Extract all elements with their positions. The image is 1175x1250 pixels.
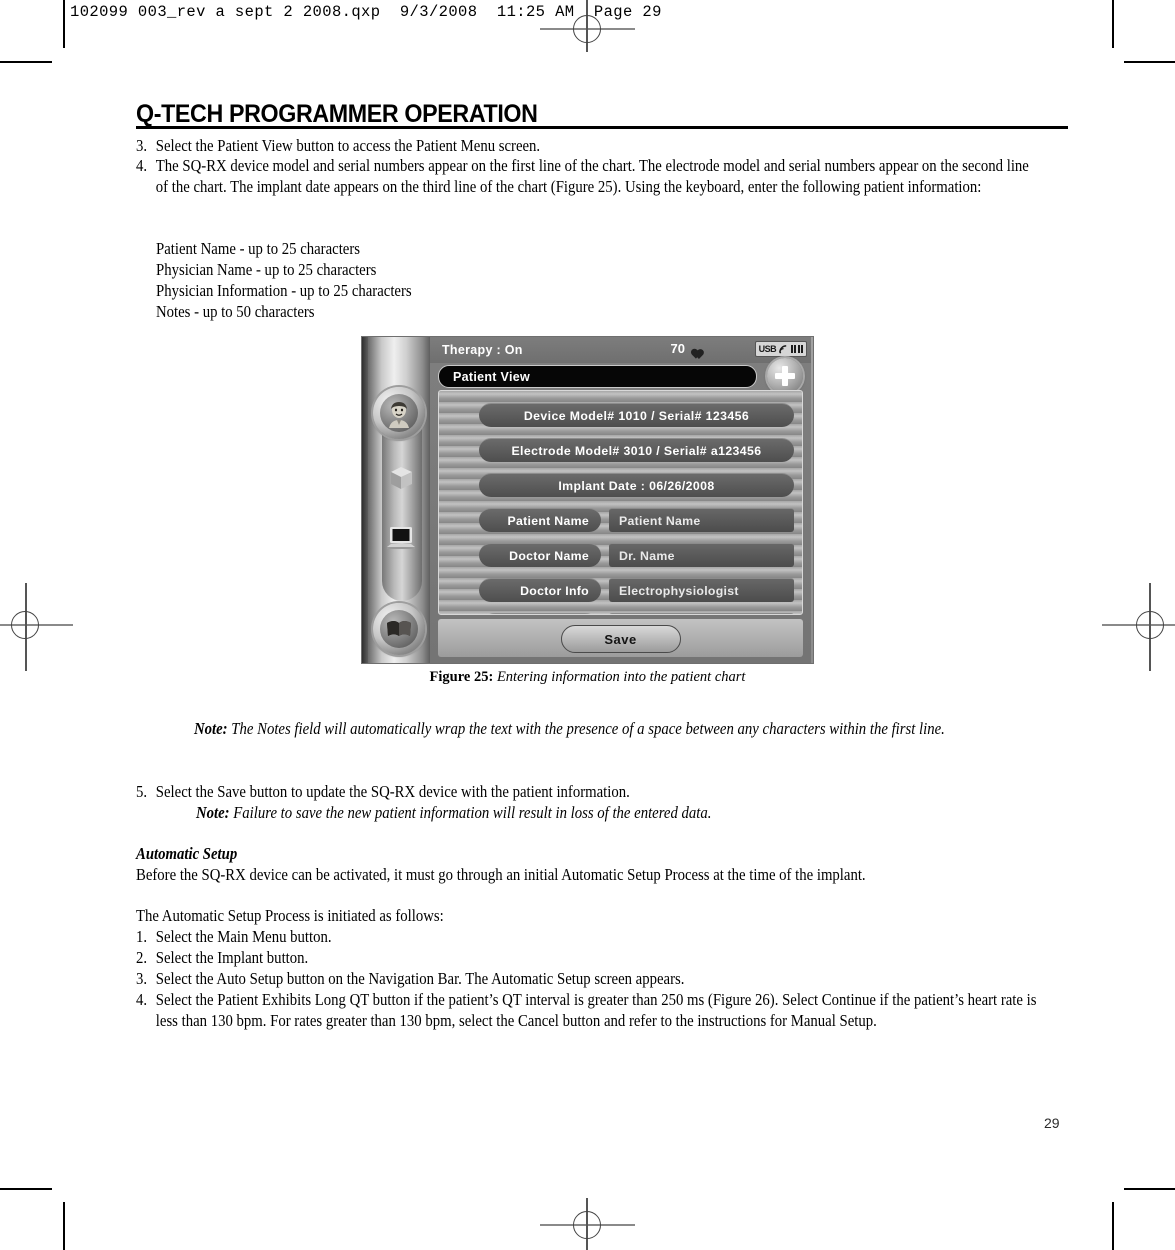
sidebar-item-device[interactable] bbox=[384, 461, 418, 495]
doctor-info-label: Doctor Info bbox=[479, 578, 601, 602]
sidebar-item-patient[interactable] bbox=[373, 387, 425, 439]
field-limit-physician-info: Physician Information - up to 25 charact… bbox=[156, 281, 412, 300]
step-4-text: The SQ-RX device model and serial number… bbox=[155, 156, 1029, 196]
note-failure-text: Failure to save the new patient informat… bbox=[233, 803, 712, 822]
automatic-setup-lead: The Automatic Setup Process is initiated… bbox=[136, 906, 444, 925]
doctor-name-input[interactable]: Dr. Name bbox=[609, 543, 794, 567]
step-5-number: 5. bbox=[136, 782, 148, 801]
plus-icon bbox=[775, 366, 795, 386]
field-limit-physician-name: Physician Name - up to 25 characters bbox=[156, 260, 377, 279]
title-underline bbox=[136, 126, 1068, 129]
list-item-auto-2: 2. Select the Implant button. bbox=[136, 947, 946, 968]
save-button-label: Save bbox=[604, 631, 637, 647]
battery-icon bbox=[791, 345, 803, 353]
heart-rate-indicator: 70 bbox=[671, 341, 701, 356]
device-title-row: Patient View bbox=[430, 358, 811, 394]
doctor-info-input[interactable]: Electrophysiologist bbox=[609, 578, 794, 602]
device-model-text: Device Model# 1010 / Serial# 123456 bbox=[523, 408, 750, 423]
electrode-model-row: Electrode Model# 3010 / Serial# a123456 bbox=[479, 438, 794, 462]
patient-name-input[interactable]: Patient Name bbox=[609, 508, 794, 532]
therapy-status: Therapy : On bbox=[442, 343, 523, 357]
device-status-bar: Therapy : On 70 USB bbox=[430, 337, 811, 363]
wireless-signal-icon bbox=[779, 344, 787, 353]
manual-book-icon bbox=[380, 610, 418, 648]
add-button[interactable] bbox=[767, 358, 803, 394]
note-notes-wrap-text: The Notes field will automatically wrap … bbox=[231, 719, 945, 738]
screen-title-pill: Patient View bbox=[438, 365, 757, 388]
implant-date-text: Implant Date : 06/26/2008 bbox=[558, 478, 715, 493]
field-limit-notes: Notes - up to 50 characters bbox=[156, 302, 315, 321]
note-failure-label: Note: bbox=[196, 803, 230, 822]
heart-icon bbox=[688, 343, 701, 355]
list-item-auto-4: 4. Select the Patient Exhibits Long QT b… bbox=[136, 989, 1048, 1031]
list-item-step-5: 5. Select the Save button to update the … bbox=[136, 781, 1036, 802]
device-model-row: Device Model# 1010 / Serial# 123456 bbox=[479, 403, 794, 427]
page-content: Q-TECH PROGRAMMER OPERATION 3. Select th… bbox=[0, 0, 1175, 1250]
page-number: 29 bbox=[1044, 1115, 1060, 1131]
figure-25-label: Figure 25: bbox=[429, 669, 494, 685]
doctor-name-label-text: Doctor Name bbox=[509, 548, 589, 563]
save-button[interactable]: Save bbox=[560, 625, 681, 653]
laptop-icon bbox=[387, 527, 415, 549]
note-notes-wrap-label: Note: bbox=[194, 719, 228, 738]
doctor-info-value: Electrophysiologist bbox=[619, 583, 739, 598]
sidebar-item-programmer[interactable] bbox=[384, 521, 418, 555]
patient-chart-form: Device Model# 1010 / Serial# 123456 Elec… bbox=[438, 390, 803, 615]
auto-2-number: 2. bbox=[136, 948, 148, 967]
sidebar-item-manual[interactable] bbox=[373, 603, 425, 655]
auto-1-text: Select the Main Menu button. bbox=[155, 927, 332, 946]
auto-3-number: 3. bbox=[136, 969, 148, 988]
connectivity-status-group: USB bbox=[754, 341, 807, 357]
patient-face-icon bbox=[380, 394, 418, 432]
auto-3-text: Select the Auto Setup button on the Navi… bbox=[155, 969, 685, 988]
field-limits-list: Patient Name - up to 25 characters Physi… bbox=[156, 238, 786, 322]
usb-label: USB bbox=[758, 344, 777, 354]
list-item-step-3: 3. Select the Patient View button to acc… bbox=[136, 135, 1063, 156]
notes-input[interactable]: Notes bbox=[609, 613, 794, 614]
step-3-text: Select the Patient View button to access… bbox=[155, 136, 541, 155]
figure-25-caption-text: Entering information into the patient ch… bbox=[496, 669, 746, 685]
doctor-name-value: Dr. Name bbox=[619, 548, 675, 563]
page-title: Q-TECH PROGRAMMER OPERATION bbox=[136, 100, 538, 128]
device-sidebar bbox=[368, 337, 430, 663]
heart-rate-value: 70 bbox=[670, 341, 685, 356]
patient-name-value: Patient Name bbox=[619, 513, 701, 528]
list-item-auto-3: 3. Select the Auto Setup button on the N… bbox=[136, 968, 991, 989]
auto-1-number: 1. bbox=[136, 927, 148, 946]
figure-25-device-screenshot: Therapy : On 70 USB Patient View Device … bbox=[361, 336, 814, 664]
list-item-step-4: 4. The SQ-RX device model and serial num… bbox=[136, 155, 1036, 197]
step-3-number: 3. bbox=[136, 136, 148, 155]
figure-25-caption: Figure 25: Entering information into the… bbox=[361, 669, 814, 686]
cube-icon bbox=[391, 467, 412, 489]
step-5-text: Select the Save button to update the SQ-… bbox=[155, 782, 630, 801]
auto-2-text: Select the Implant button. bbox=[155, 948, 309, 967]
step-4-number: 4. bbox=[136, 156, 148, 175]
auto-4-number: 4. bbox=[136, 990, 148, 1009]
automatic-setup-heading: Automatic Setup bbox=[136, 844, 238, 863]
list-item-auto-1: 1. Select the Main Menu button. bbox=[136, 926, 946, 947]
electrode-model-text: Electrode Model# 3010 / Serial# a123456 bbox=[511, 443, 762, 458]
automatic-setup-intro: Before the SQ-RX device can be activated… bbox=[136, 865, 866, 884]
auto-4-text: Select the Patient Exhibits Long QT butt… bbox=[155, 990, 1037, 1030]
doctor-name-label: Doctor Name bbox=[479, 543, 601, 567]
field-limit-patient-name: Patient Name - up to 25 characters bbox=[156, 239, 360, 258]
patient-name-label: Patient Name bbox=[479, 508, 601, 532]
notes-label: Notes bbox=[479, 613, 601, 614]
implant-date-row: Implant Date : 06/26/2008 bbox=[479, 473, 794, 497]
device-save-bar: Save bbox=[438, 619, 803, 657]
screen-title-label: Patient View bbox=[453, 369, 531, 384]
device-screen-area: Therapy : On 70 USB Patient View Device … bbox=[430, 337, 811, 663]
note-notes-wrap: Note: The Notes field will automatically… bbox=[194, 718, 1076, 739]
doctor-info-label-text: Doctor Info bbox=[520, 583, 589, 598]
patient-name-label-text: Patient Name bbox=[507, 513, 589, 528]
note-failure-to-save: Note: Failure to save the new patient in… bbox=[196, 802, 1060, 823]
